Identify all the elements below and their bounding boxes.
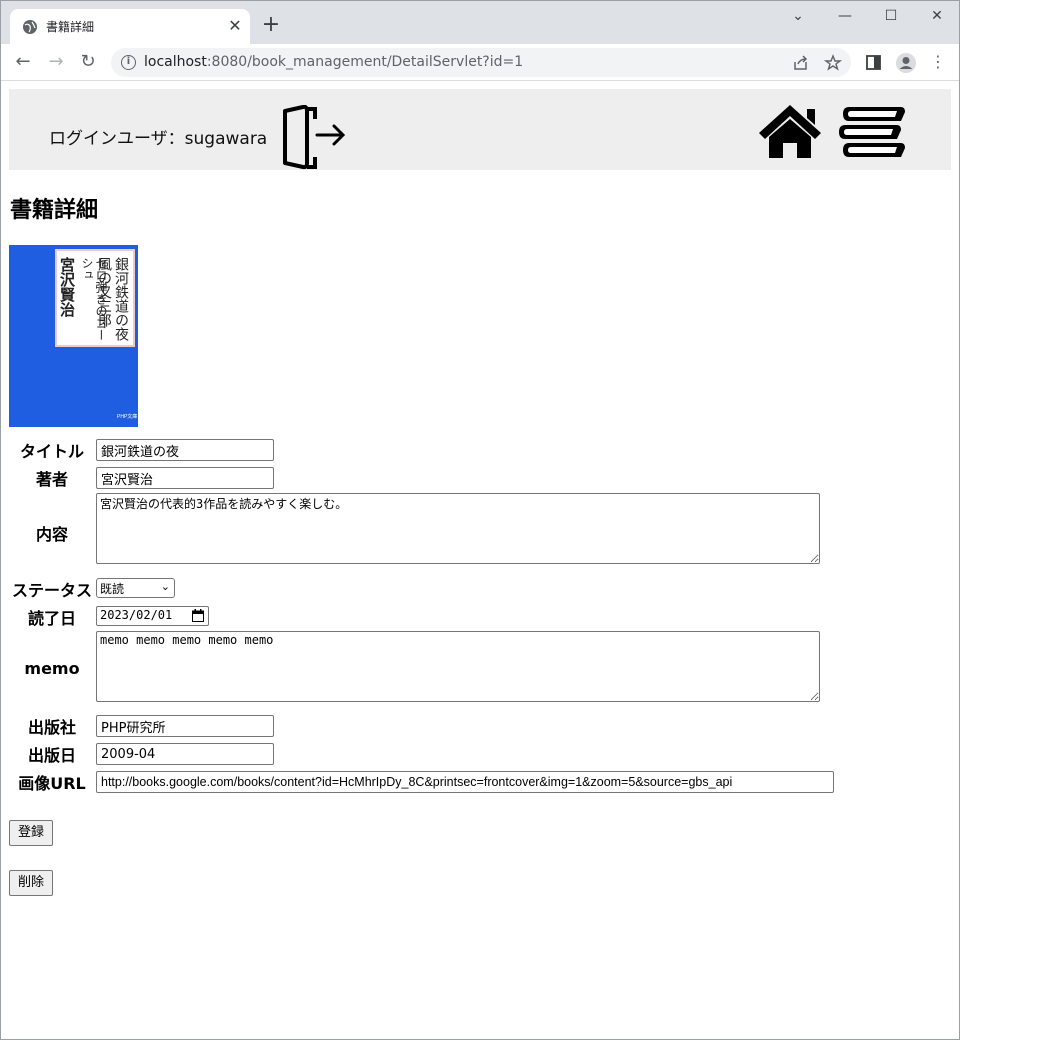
tab-strip: 書籍詳細 ✕ + ⌄ — ☐ ✕ — [1, 1, 959, 44]
close-tab-icon[interactable]: ✕ — [226, 17, 244, 35]
chevron-down-icon: ⌄ — [160, 580, 170, 593]
maximize-icon[interactable]: ☐ — [881, 6, 901, 26]
browser-window: 書籍詳細 ✕ + ⌄ — ☐ ✕ ← → ↻ i localhost:8080/… — [0, 0, 960, 1040]
page-title: 書籍詳細 — [10, 198, 99, 223]
author-label: 著者 — [35, 470, 68, 489]
page-content: ログインユーザ：sugawara 書籍詳細 銀河鉄道の夜 風の又三郎 セロ弾きの… — [1, 81, 959, 1039]
profile-avatar-icon[interactable] — [895, 52, 917, 74]
browser-tab[interactable]: 書籍詳細 ✕ — [10, 9, 250, 44]
read-date-label: 読了日 — [27, 609, 76, 628]
back-arrow-icon[interactable]: ← — [13, 52, 33, 72]
share-icon[interactable] — [792, 54, 810, 72]
author-input[interactable] — [96, 467, 274, 489]
content-textarea[interactable]: 宮沢賢治の代表的3作品を読みやすく楽しむ。 — [96, 493, 820, 564]
status-label: ステータス — [11, 581, 92, 600]
cover-label: 銀河鉄道の夜 風の又三郎 セロ弾きのゴーシュ 宮沢賢治 — [55, 249, 135, 347]
address-bar[interactable]: i localhost:8080/book_management/DetailS… — [111, 48, 851, 77]
image-url-input[interactable] — [96, 771, 834, 793]
tab-title: 書籍詳細 — [46, 20, 95, 34]
pub-date-label: 出版日 — [27, 746, 76, 765]
title-label: タイトル — [19, 442, 84, 461]
pub-date-input[interactable] — [96, 743, 274, 765]
site-info-icon[interactable]: i — [121, 55, 136, 70]
delete-button[interactable]: 削除 — [9, 870, 53, 896]
status-select[interactable]: 既読 ⌄ — [96, 578, 175, 598]
memo-label: memo — [24, 659, 80, 678]
app-header: ログインユーザ：sugawara — [9, 89, 951, 170]
book-cover-image: 銀河鉄道の夜 風の又三郎 セロ弾きのゴーシュ 宮沢賢治 PHP文庫 — [9, 245, 138, 427]
publisher-input[interactable] — [96, 715, 274, 737]
new-tab-icon[interactable]: + — [261, 14, 281, 36]
forward-arrow-icon[interactable]: → — [46, 52, 66, 72]
read-date-input[interactable]: 2023/02/01 — [96, 606, 209, 626]
close-window-icon[interactable]: ✕ — [927, 6, 947, 26]
calendar-icon[interactable] — [192, 609, 204, 622]
minimize-icon[interactable]: — — [835, 6, 855, 26]
logout-icon[interactable] — [281, 105, 347, 171]
url-text[interactable]: localhost:8080/book_management/DetailSer… — [144, 54, 523, 70]
register-button[interactable]: 登録 — [9, 820, 53, 846]
globe-icon — [23, 20, 37, 34]
tab-search-chevron-icon[interactable]: ⌄ — [788, 6, 808, 26]
side-panel-icon[interactable] — [865, 54, 883, 72]
login-user-label: ログインユーザ：sugawara — [49, 129, 268, 149]
menu-kebab-icon[interactable]: ⋮ — [928, 52, 948, 72]
image-url-label: 画像URL — [18, 774, 86, 793]
title-input[interactable] — [96, 439, 274, 461]
browser-toolbar: ← → ↻ i localhost:8080/book_management/D… — [1, 44, 959, 81]
bookmark-star-icon[interactable] — [824, 54, 842, 72]
publisher-label: 出版社 — [27, 718, 76, 737]
books-stack-icon[interactable] — [839, 103, 907, 161]
reload-icon[interactable]: ↻ — [78, 52, 98, 72]
content-label: 内容 — [35, 525, 68, 544]
home-icon[interactable] — [757, 103, 823, 159]
memo-textarea[interactable]: memo memo memo memo memo — [96, 631, 820, 702]
cover-publisher-mark: PHP文庫 — [117, 414, 138, 420]
